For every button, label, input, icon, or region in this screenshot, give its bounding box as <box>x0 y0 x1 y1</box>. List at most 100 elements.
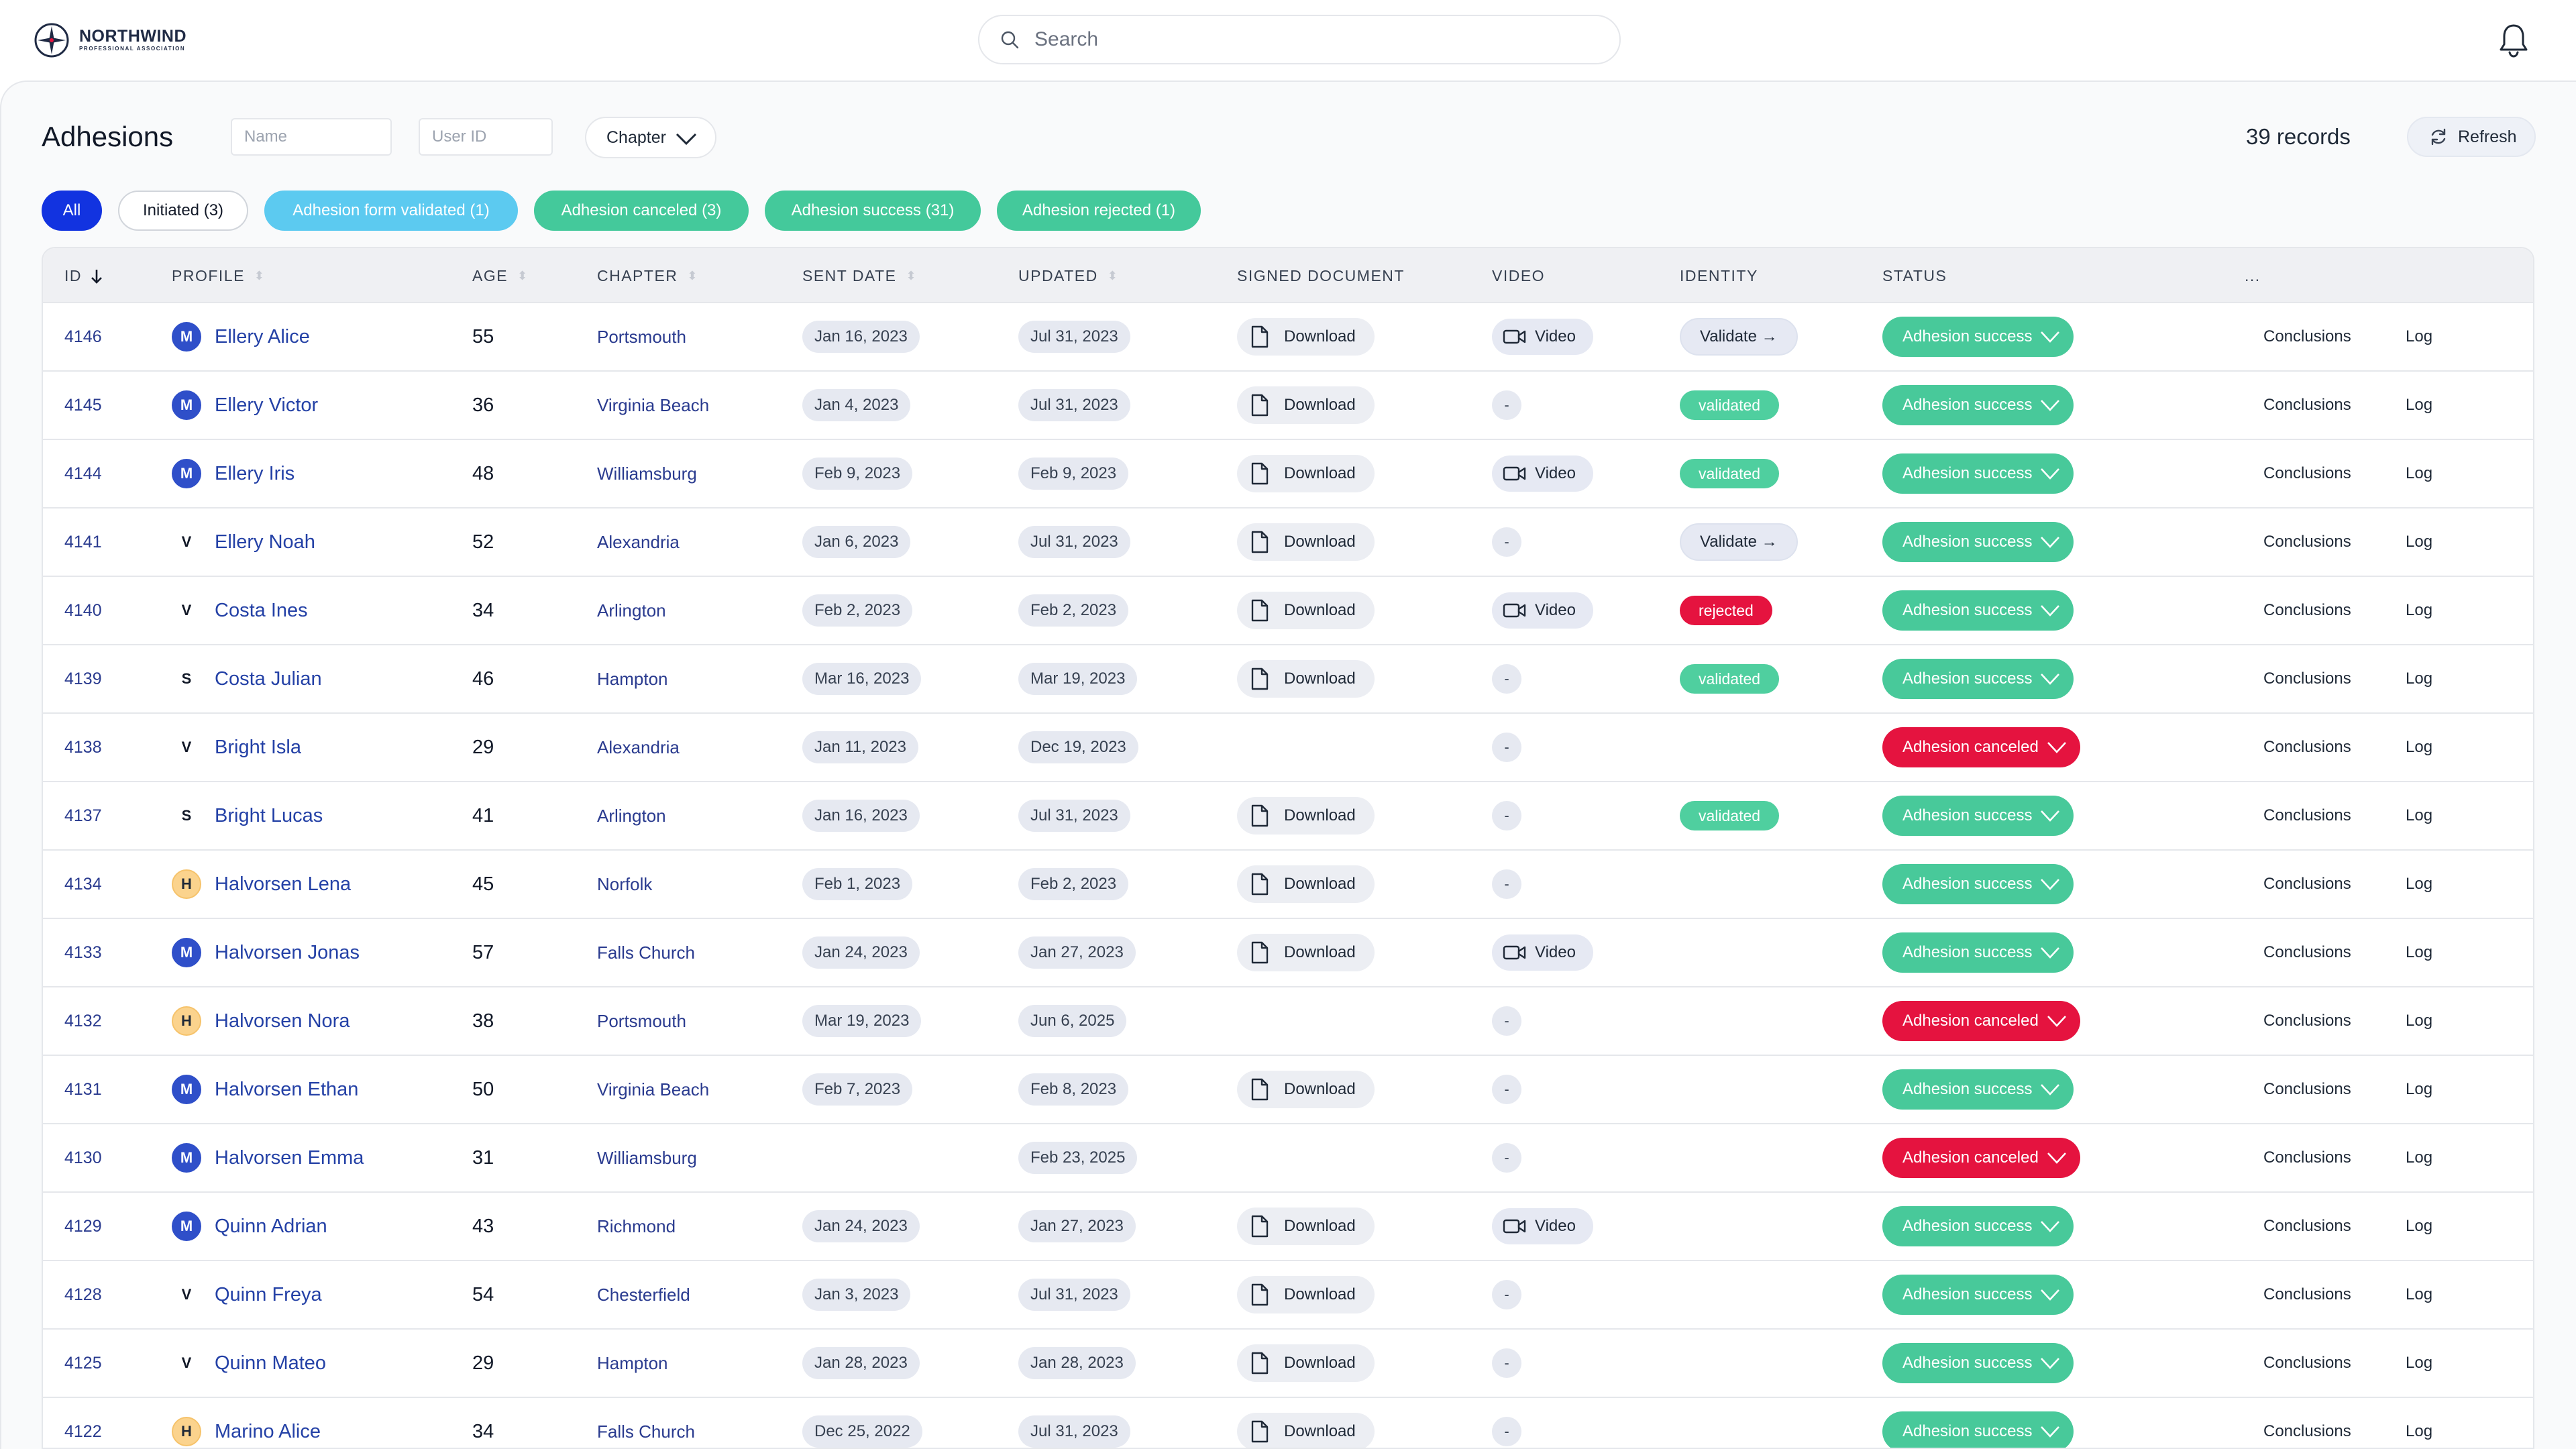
row-id-link[interactable]: 4128 <box>64 1285 102 1305</box>
row-id-link[interactable]: 4122 <box>64 1422 102 1442</box>
log-link[interactable]: Log <box>2406 875 2432 894</box>
profile-cell[interactable]: M Quinn Adrian <box>172 1193 327 1260</box>
profile-cell[interactable]: V Quinn Freya <box>172 1261 322 1328</box>
download-document-button[interactable]: Download <box>1237 797 1375 835</box>
download-document-button[interactable]: Download <box>1237 523 1375 561</box>
search-input[interactable] <box>1033 28 1586 52</box>
conclusions-link[interactable]: Conclusions <box>2263 806 2351 825</box>
log-link[interactable]: Log <box>2406 1012 2432 1030</box>
log-link[interactable]: Log <box>2406 464 2432 483</box>
download-document-button[interactable]: Download <box>1237 1413 1375 1448</box>
chapter-link[interactable]: Hampton <box>597 1353 668 1374</box>
download-document-button[interactable]: Download <box>1237 1276 1375 1313</box>
global-search[interactable] <box>978 15 1621 64</box>
status-dropdown[interactable]: Adhesion success <box>1882 932 2074 973</box>
profile-name-link[interactable]: Halvorsen Emma <box>215 1147 364 1169</box>
download-document-button[interactable]: Download <box>1237 386 1375 424</box>
row-id-link[interactable]: 4146 <box>64 327 102 347</box>
profile-name-link[interactable]: Halvorsen Nora <box>215 1010 350 1032</box>
validate-identity-button[interactable]: Validate → <box>1680 523 1798 561</box>
chapter-link[interactable]: Falls Church <box>597 1421 695 1442</box>
download-document-button[interactable]: Download <box>1237 455 1375 492</box>
profile-name-link[interactable]: Ellery Noah <box>215 531 315 553</box>
status-dropdown[interactable]: Adhesion success <box>1882 1411 2074 1448</box>
video-button[interactable]: Video <box>1492 319 1593 355</box>
name-filter-input[interactable] <box>231 118 392 156</box>
status-dropdown[interactable]: Adhesion success <box>1882 864 2074 904</box>
profile-cell[interactable]: M Halvorsen Ethan <box>172 1056 358 1123</box>
download-document-button[interactable]: Download <box>1237 1344 1375 1382</box>
row-id-link[interactable]: 4139 <box>64 669 102 689</box>
status-dropdown[interactable]: Adhesion success <box>1882 659 2074 699</box>
conclusions-link[interactable]: Conclusions <box>2263 1217 2351 1236</box>
log-link[interactable]: Log <box>2406 1217 2432 1236</box>
conclusions-link[interactable]: Conclusions <box>2263 875 2351 894</box>
column-header-more[interactable]: ... <box>2245 267 2261 285</box>
download-document-button[interactable]: Download <box>1237 318 1375 356</box>
profile-name-link[interactable]: Costa Ines <box>215 600 308 622</box>
chapter-link[interactable]: Virginia Beach <box>597 395 709 416</box>
column-header-sent-date[interactable]: SENT DATE ⬍ <box>802 267 916 285</box>
profile-cell[interactable]: S Bright Lucas <box>172 782 323 849</box>
log-link[interactable]: Log <box>2406 806 2432 825</box>
status-dropdown[interactable]: Adhesion success <box>1882 453 2074 494</box>
profile-name-link[interactable]: Marino Alice <box>215 1421 321 1443</box>
conclusions-link[interactable]: Conclusions <box>2263 1080 2351 1099</box>
notifications-bell-icon[interactable] <box>2497 21 2530 59</box>
status-dropdown[interactable]: Adhesion success <box>1882 1275 2074 1315</box>
row-id-link[interactable]: 4144 <box>64 464 102 484</box>
conclusions-link[interactable]: Conclusions <box>2263 1354 2351 1373</box>
row-id-link[interactable]: 4141 <box>64 533 102 552</box>
download-document-button[interactable]: Download <box>1237 660 1375 698</box>
row-id-link[interactable]: 4125 <box>64 1354 102 1373</box>
conclusions-link[interactable]: Conclusions <box>2263 533 2351 551</box>
profile-cell[interactable]: H Halvorsen Lena <box>172 851 351 918</box>
log-link[interactable]: Log <box>2406 1285 2432 1304</box>
profile-cell[interactable]: V Quinn Mateo <box>172 1330 326 1397</box>
chapter-link[interactable]: Williamsburg <box>597 1148 697 1169</box>
conclusions-link[interactable]: Conclusions <box>2263 1148 2351 1167</box>
chapter-link[interactable]: Alexandria <box>597 737 680 758</box>
status-dropdown[interactable]: Adhesion canceled <box>1882 1138 2080 1178</box>
log-link[interactable]: Log <box>2406 1422 2432 1441</box>
profile-name-link[interactable]: Halvorsen Ethan <box>215 1079 358 1101</box>
row-id-link[interactable]: 4133 <box>64 943 102 963</box>
chapter-link[interactable]: Falls Church <box>597 943 695 963</box>
status-dropdown[interactable]: Adhesion success <box>1882 522 2074 562</box>
log-link[interactable]: Log <box>2406 1354 2432 1373</box>
download-document-button[interactable]: Download <box>1237 1071 1375 1108</box>
profile-cell[interactable]: V Bright Isla <box>172 714 301 781</box>
download-document-button[interactable]: Download <box>1237 1208 1375 1245</box>
profile-cell[interactable]: M Ellery Victor <box>172 372 318 439</box>
conclusions-link[interactable]: Conclusions <box>2263 396 2351 415</box>
status-dropdown[interactable]: Adhesion success <box>1882 796 2074 836</box>
filter-pill-form-validated[interactable]: Adhesion form validated (1) <box>264 191 518 231</box>
row-id-link[interactable]: 4130 <box>64 1148 102 1168</box>
column-header-profile[interactable]: PROFILE ⬍ <box>172 267 264 285</box>
row-id-link[interactable]: 4138 <box>64 738 102 757</box>
chapter-select[interactable]: Chapter <box>585 117 716 158</box>
status-dropdown[interactable]: Adhesion success <box>1882 590 2074 631</box>
log-link[interactable]: Log <box>2406 327 2432 346</box>
row-id-link[interactable]: 4145 <box>64 396 102 415</box>
profile-cell[interactable]: M Ellery Iris <box>172 440 294 507</box>
status-dropdown[interactable]: Adhesion success <box>1882 317 2074 357</box>
refresh-button[interactable]: Refresh <box>2407 117 2536 157</box>
profile-cell[interactable]: V Costa Ines <box>172 577 308 644</box>
conclusions-link[interactable]: Conclusions <box>2263 601 2351 620</box>
validate-identity-button[interactable]: Validate → <box>1680 318 1798 356</box>
conclusions-link[interactable]: Conclusions <box>2263 1422 2351 1441</box>
row-id-link[interactable]: 4132 <box>64 1012 102 1031</box>
log-link[interactable]: Log <box>2406 396 2432 415</box>
chapter-link[interactable]: Portsmouth <box>597 327 686 347</box>
profile-name-link[interactable]: Halvorsen Lena <box>215 873 351 896</box>
brand-logo[interactable]: NORTHWIND PROFESSIONAL ASSOCIATION <box>34 21 186 59</box>
row-id-link[interactable]: 4131 <box>64 1080 102 1099</box>
filter-pill-rejected[interactable]: Adhesion rejected (1) <box>997 191 1201 231</box>
profile-name-link[interactable]: Quinn Mateo <box>215 1352 326 1375</box>
log-link[interactable]: Log <box>2406 533 2432 551</box>
log-link[interactable]: Log <box>2406 1148 2432 1167</box>
log-link[interactable]: Log <box>2406 601 2432 620</box>
column-header-updated[interactable]: UPDATED ⬍ <box>1018 267 1118 285</box>
column-header-id[interactable]: ID <box>64 267 103 285</box>
